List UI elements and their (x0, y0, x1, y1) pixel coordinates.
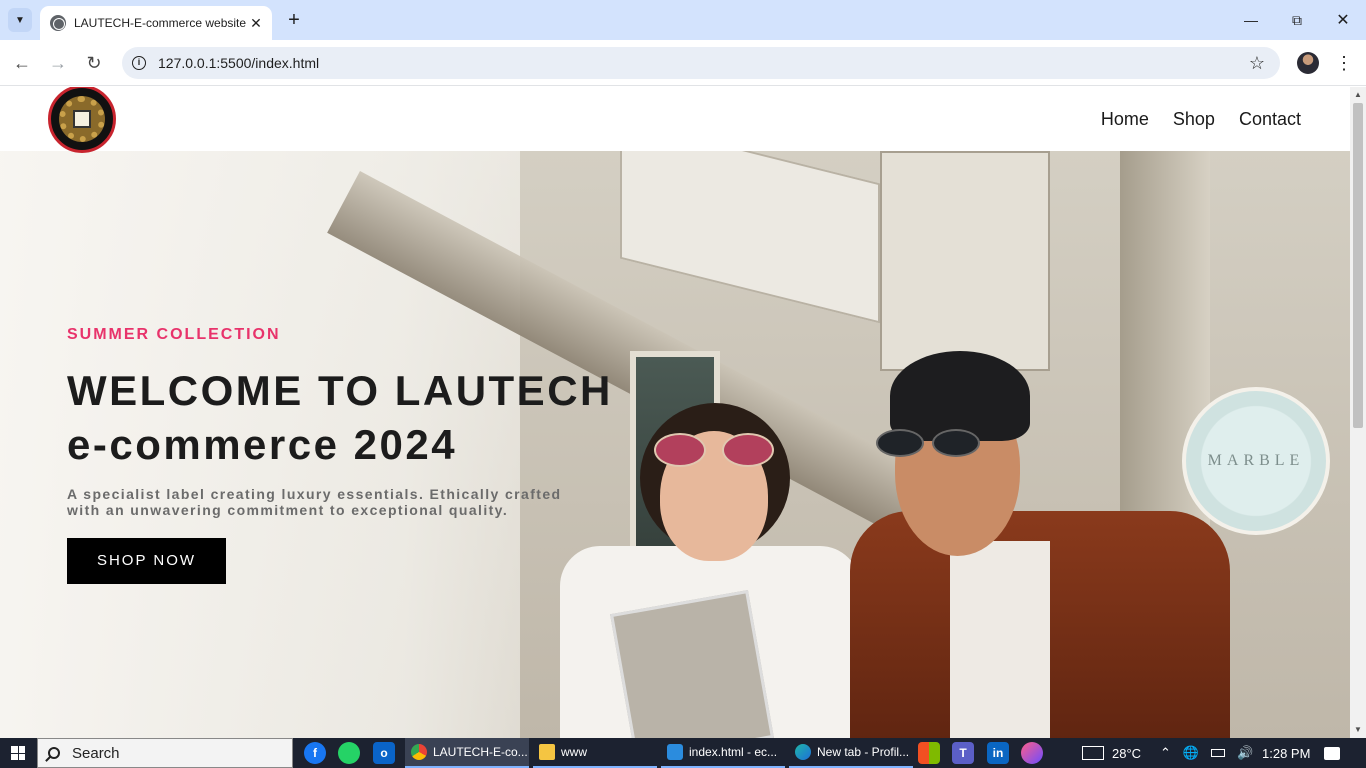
close-icon: ✕ (1336, 12, 1350, 29)
gear-emblem-icon (59, 96, 105, 142)
url-text[interactable]: 127.0.0.1:5500/index.html (158, 55, 1242, 71)
scroll-up-icon[interactable]: ▲ (1353, 89, 1363, 101)
site-header: Home Shop Contact (0, 87, 1350, 153)
taskbar-app-chrome[interactable]: LAUTECH-E-co... (405, 738, 529, 768)
site-nav: Home Shop Contact (1101, 109, 1301, 130)
taskbar-app-explorer[interactable]: www (533, 738, 657, 768)
hero-headline-line2: e-commerce 2024 (67, 421, 458, 468)
model-man-hair (890, 351, 1030, 441)
reload-button[interactable]: ↻ (78, 47, 110, 79)
shop-now-button[interactable]: SHOP NOW (67, 538, 226, 584)
minimize-button[interactable]: — (1228, 0, 1274, 40)
site-logo[interactable] (48, 87, 116, 153)
store-icon[interactable] (918, 742, 940, 764)
tab-search-button[interactable]: ▼ (8, 8, 32, 32)
chevron-up-icon[interactable]: ⌃ (1160, 745, 1171, 761)
hero-description: A specialist label creating luxury essen… (67, 486, 562, 518)
plus-icon: + (288, 8, 300, 31)
taskbar-app-label: www (561, 745, 587, 759)
clock-time: 1:28 PM (1262, 745, 1311, 761)
browser-tab-active[interactable]: LAUTECH-E-commerce website ✕ (40, 6, 272, 40)
notifications-button[interactable] (1324, 738, 1340, 768)
globe-icon[interactable]: 🌐 (1183, 745, 1199, 761)
arrow-left-icon: ← (13, 52, 31, 73)
tab-title: LAUTECH-E-commerce website (74, 16, 246, 30)
linkedin-icon[interactable]: in (987, 742, 1009, 764)
hero-headline-line1: WELCOME TO LAUTECH (67, 367, 613, 414)
more-vert-icon: ⋮ (1335, 52, 1353, 73)
search-label: Search (72, 744, 120, 762)
windows-icon (11, 746, 25, 760)
folder-icon (539, 744, 555, 760)
facebook-icon[interactable]: f (304, 742, 326, 764)
minimize-icon: — (1244, 12, 1258, 28)
restore-icon: ⧉ (1292, 11, 1302, 28)
browser-menu-button[interactable]: ⋮ (1334, 47, 1354, 79)
system-tray: ⌃ 🌐 🔊 (1160, 738, 1253, 768)
taskbar-app-label: New tab - Profil... (817, 745, 910, 759)
back-button[interactable]: ← (6, 47, 38, 79)
scroll-thumb[interactable] (1353, 103, 1363, 428)
teams-icon[interactable]: T (952, 742, 974, 764)
taskbar-app-label: LAUTECH-E-co... (433, 745, 528, 759)
whatsapp-icon[interactable] (338, 742, 360, 764)
edge-icon (795, 744, 811, 760)
weather-icon (1082, 746, 1104, 760)
chevron-down-icon: ▼ (15, 14, 25, 26)
chrome-icon (411, 744, 427, 760)
reload-icon: ↻ (86, 52, 102, 73)
nav-shop-link[interactable]: Shop (1173, 109, 1215, 130)
sunglasses-icon (876, 429, 996, 457)
web-page: Home Shop Contact MARBLE SUMMER COLLECTI… (0, 87, 1350, 738)
clock[interactable]: 1:28 PM (1262, 738, 1310, 768)
globe-icon (50, 15, 66, 31)
site-info-button[interactable]: i (124, 48, 154, 78)
hero-background-sign (880, 151, 1050, 371)
start-button[interactable] (0, 738, 36, 768)
temperature: 28°C (1112, 745, 1142, 761)
hero-subtitle: SUMMER COLLECTION (67, 326, 281, 343)
browser-tabstrip: ▼ LAUTECH-E-commerce website ✕ + — ⧉ ✕ (0, 0, 1366, 40)
browser-toolbar: ← → ↻ i 127.0.0.1:5500/index.html ☆ ⋮ (0, 40, 1366, 86)
page-scrollbar[interactable]: ▲ ▼ (1350, 87, 1366, 738)
battery-icon[interactable] (1211, 749, 1226, 757)
nav-home-link[interactable]: Home (1101, 109, 1149, 130)
notification-icon (1324, 746, 1340, 760)
hero-headline: WELCOME TO LAUTECH e-commerce 2024 (67, 364, 667, 472)
hero-text-block: SUMMER COLLECTION WELCOME TO LAUTECH e-c… (67, 326, 667, 584)
star-icon: ☆ (1248, 52, 1266, 73)
vscode-icon (667, 744, 683, 760)
hero-banner: MARBLE SUMMER COLLECTION WELCOME TO LAUT… (0, 151, 1350, 738)
weather-widget[interactable]: 28°C (1082, 738, 1141, 768)
sunglasses-icon (654, 433, 774, 467)
info-icon: i (132, 56, 146, 70)
book-icon (73, 110, 91, 128)
close-icon[interactable]: ✕ (246, 13, 266, 33)
taskbar-app-label: index.html - ec... (689, 745, 778, 759)
model-man-shirt (950, 541, 1050, 738)
new-tab-button[interactable]: + (282, 8, 306, 32)
address-bar[interactable]: i 127.0.0.1:5500/index.html ☆ (122, 47, 1280, 79)
profile-avatar[interactable] (1297, 52, 1319, 74)
forward-button[interactable]: → (42, 47, 74, 79)
arrow-right-icon: → (49, 52, 67, 73)
outlook-icon[interactable]: o (373, 742, 395, 764)
bookmark-button[interactable]: ☆ (1242, 48, 1272, 78)
marble-shop-sign: MARBLE (1182, 387, 1330, 535)
scroll-down-icon[interactable]: ▼ (1353, 724, 1363, 736)
nav-contact-link[interactable]: Contact (1239, 109, 1301, 130)
taskbar-search[interactable]: Search (37, 738, 293, 768)
taskbar-app-edge[interactable]: New tab - Profil... (789, 738, 913, 768)
magazine-image (610, 589, 774, 738)
windows-taskbar: Search f o LAUTECH-E-co... www index.htm… (0, 738, 1366, 768)
close-window-button[interactable]: ✕ (1320, 0, 1366, 40)
search-icon (48, 747, 60, 759)
taskbar-app-vscode[interactable]: index.html - ec... (661, 738, 785, 768)
volume-icon[interactable]: 🔊 (1237, 745, 1253, 761)
app-icon[interactable] (1021, 742, 1043, 764)
restore-button[interactable]: ⧉ (1274, 0, 1320, 40)
